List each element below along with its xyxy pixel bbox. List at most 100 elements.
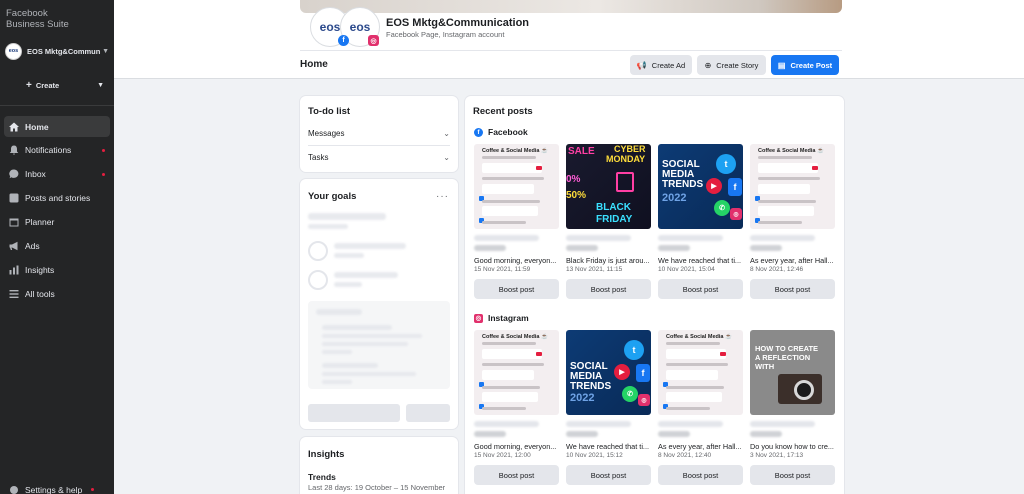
thumbnail-text: 0% bbox=[566, 174, 581, 185]
sidebar-item-insights[interactable]: Insights bbox=[4, 259, 110, 280]
create-story-button[interactable]: ⊕ Create Story bbox=[697, 55, 766, 75]
sidebar-item-inbox[interactable]: Inbox bbox=[4, 164, 110, 185]
sidebar-item-ads[interactable]: Ads bbox=[4, 235, 110, 256]
post-caption[interactable]: Do you know how to cre... bbox=[750, 442, 835, 451]
tips-box bbox=[308, 301, 450, 389]
page-subtitle: Facebook Page, Instagram account bbox=[386, 30, 505, 39]
post-date: 3 Nov 2021, 17:13 bbox=[750, 452, 804, 459]
chevron-down-icon: ⌄ bbox=[443, 152, 450, 162]
sidebar-item-posts-and-stories[interactable]: Posts and stories bbox=[4, 188, 110, 209]
create-post-button[interactable]: ▤ Create Post bbox=[771, 55, 839, 75]
more-options-icon[interactable]: ··· bbox=[436, 191, 449, 202]
thumbnail-text: 2022 bbox=[570, 392, 595, 404]
post-caption[interactable]: Good morning, everyon... bbox=[474, 442, 559, 451]
post-stats-placeholder bbox=[750, 431, 782, 437]
update-button[interactable] bbox=[406, 404, 450, 422]
goal-placeholder bbox=[334, 243, 406, 249]
sidebar-item-label: Home bbox=[25, 121, 49, 132]
get-started-button[interactable] bbox=[308, 404, 400, 422]
todo-card: To-do list Messages ⌄ Tasks ⌄ bbox=[300, 96, 458, 172]
goals-card: Your goals ··· bbox=[300, 179, 458, 429]
boost-post-button[interactable]: Boost post bbox=[474, 465, 559, 485]
thumbnail-text: TRENDS bbox=[662, 179, 704, 190]
tip-placeholder bbox=[322, 380, 352, 384]
bell-icon bbox=[9, 145, 19, 155]
compose-icon: ▤ bbox=[777, 60, 786, 70]
sidebar-item-notifications[interactable]: Notifications bbox=[4, 140, 110, 161]
posts-icon bbox=[9, 193, 19, 203]
megaphone-icon bbox=[9, 241, 19, 251]
story-icon: ⊕ bbox=[704, 60, 712, 70]
page-avatars: eos eos f ◎ bbox=[310, 5, 382, 47]
sidebar-item-label: Ads bbox=[25, 240, 40, 251]
facebook-icon: f bbox=[338, 35, 349, 46]
post-thumbnail[interactable]: Coffee & Social Media ☕ bbox=[658, 330, 743, 415]
post-thumbnail[interactable]: HOW TO CREATE A REFLECTION WITH bbox=[750, 330, 835, 415]
youtube-icon: ▶ bbox=[706, 178, 722, 194]
post-thumbnail[interactable]: SOCIAL MEDIA TRENDS 2022 t ▶ f ✆ ◎ bbox=[658, 144, 743, 229]
post-thumbnail[interactable]: Coffee & Social Media ☕ bbox=[474, 330, 559, 415]
recent-posts-title: Recent posts bbox=[473, 106, 533, 117]
settings-and-help[interactable]: Settings & help bbox=[9, 485, 95, 494]
plus-icon: + bbox=[26, 79, 32, 91]
boost-post-button[interactable]: Boost post bbox=[566, 465, 651, 485]
brand-logo[interactable]: Facebook Business Suite bbox=[6, 8, 69, 30]
boost-post-button[interactable]: Boost post bbox=[658, 465, 743, 485]
post-caption[interactable]: We have reached that ti... bbox=[566, 442, 651, 451]
twitter-icon: t bbox=[716, 154, 736, 174]
sidebar-item-home[interactable]: Home bbox=[4, 116, 110, 137]
boost-post-button[interactable]: Boost post bbox=[474, 279, 559, 299]
post-caption[interactable]: Black Friday is just arou... bbox=[566, 256, 651, 265]
gear-icon bbox=[9, 485, 19, 494]
post-thumbnail[interactable]: Coffee & Social Media ☕ bbox=[474, 144, 559, 229]
tip-placeholder bbox=[322, 342, 408, 346]
account-switcher[interactable]: eos EOS Mktg&Communication ▼ bbox=[5, 42, 109, 60]
goal-placeholder bbox=[308, 224, 348, 229]
shopping-bag-icon bbox=[616, 172, 634, 192]
post-date: 13 Nov 2021, 11:15 bbox=[566, 266, 623, 273]
sidebar-item-label: Insights bbox=[25, 264, 55, 275]
post-thumbnail[interactable]: SOCIAL MEDIA TRENDS 2022 t ▶ f ✆ ◎ bbox=[566, 330, 651, 415]
sidebar-item-label: Inbox bbox=[25, 169, 46, 180]
boost-post-button[interactable]: Boost post bbox=[658, 279, 743, 299]
post-caption[interactable]: As every year, after Hall... bbox=[750, 256, 835, 265]
facebook-icon: f bbox=[474, 127, 483, 137]
twitter-icon: t bbox=[624, 340, 644, 360]
goal-placeholder bbox=[334, 272, 398, 278]
post-caption[interactable]: As every year, after Hall... bbox=[658, 442, 743, 451]
thumbnail-text: FRIDAY bbox=[596, 214, 633, 225]
megaphone-icon: 📢 bbox=[636, 60, 647, 70]
post-stats-placeholder bbox=[566, 421, 631, 427]
menu-icon bbox=[9, 289, 19, 299]
sidebar-item-label: Planner bbox=[25, 217, 55, 228]
post-caption[interactable]: We have reached that ti... bbox=[658, 256, 743, 265]
boost-post-button[interactable]: Boost post bbox=[566, 279, 651, 299]
post-stats-placeholder bbox=[566, 245, 598, 251]
boost-post-button[interactable]: Boost post bbox=[750, 465, 835, 485]
boost-post-button[interactable]: Boost post bbox=[750, 279, 835, 299]
sidebar-item-all-tools[interactable]: All tools bbox=[4, 283, 110, 304]
post-caption[interactable]: Good morning, everyon... bbox=[474, 256, 559, 265]
post-thumbnail[interactable]: SALE CYBER MONDAY 0% 50% BLACK FRIDAY bbox=[566, 144, 651, 229]
tip-placeholder bbox=[322, 363, 378, 368]
thumbnail-text: BLACK bbox=[596, 202, 631, 213]
tip-placeholder bbox=[316, 309, 362, 315]
post-thumbnail[interactable]: Coffee & Social Media ☕ bbox=[750, 144, 835, 229]
todo-row-label: Messages bbox=[308, 128, 345, 138]
todo-row-tasks[interactable]: Tasks ⌄ bbox=[308, 147, 450, 167]
create-ad-button[interactable]: 📢 Create Ad bbox=[630, 55, 692, 75]
sidebar-item-planner[interactable]: Planner bbox=[4, 212, 110, 233]
thumbnail-heading: Coffee & Social Media ☕ bbox=[482, 148, 548, 154]
thumbnail-heading: Coffee & Social Media ☕ bbox=[666, 334, 732, 340]
facebook-icon: f bbox=[728, 178, 742, 196]
todo-row-messages[interactable]: Messages ⌄ bbox=[308, 123, 450, 143]
whatsapp-icon: ✆ bbox=[714, 200, 730, 216]
goal-progress-ring bbox=[308, 270, 328, 290]
account-name: EOS Mktg&Communication bbox=[27, 46, 101, 56]
post-stats-placeholder bbox=[566, 431, 598, 437]
instagram-section-label: ◎ Instagram bbox=[474, 313, 529, 323]
instagram-icon: ◎ bbox=[638, 394, 650, 406]
youtube-icon: ▶ bbox=[614, 364, 630, 380]
post-stats-placeholder bbox=[474, 245, 506, 251]
create-button[interactable]: + Create ▼ bbox=[26, 79, 104, 91]
